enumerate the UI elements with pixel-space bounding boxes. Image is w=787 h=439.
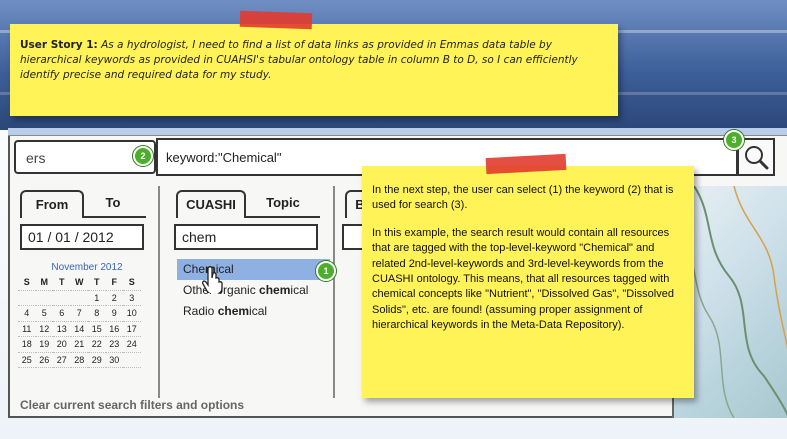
frame-top-strip bbox=[8, 128, 787, 136]
calendar-month: November 2012 bbox=[51, 262, 123, 273]
weekday-label: S bbox=[18, 275, 36, 291]
user-story-lead: User Story 1: bbox=[20, 39, 98, 51]
search-icon bbox=[745, 146, 769, 170]
clear-filters-link[interactable]: Clear current search filters and options bbox=[20, 398, 244, 412]
calendar-day[interactable] bbox=[35, 291, 53, 306]
calendar-day[interactable]: 17 bbox=[123, 322, 141, 337]
tab-cuashi[interactable]: CUASHI bbox=[176, 190, 246, 218]
calendar-day[interactable] bbox=[18, 291, 36, 306]
calendar-day[interactable]: 5 bbox=[35, 306, 53, 322]
calendar-day[interactable]: 1 bbox=[88, 291, 106, 306]
keyword-filter-input[interactable]: chem bbox=[174, 224, 318, 250]
tab-underline bbox=[246, 216, 320, 218]
from-date-input[interactable]: 01 / 01 / 2012 bbox=[20, 224, 144, 250]
result-text: ical bbox=[249, 304, 268, 318]
calendar-day[interactable]: 18 bbox=[18, 337, 36, 353]
calendar-day[interactable]: 6 bbox=[53, 306, 71, 322]
calendar-day[interactable]: 15 bbox=[88, 322, 106, 337]
calendar-day[interactable]: 9 bbox=[105, 306, 123, 322]
step-badge-2: 2 bbox=[133, 146, 153, 166]
calendar-day[interactable]: 7 bbox=[70, 306, 88, 322]
weekday-label: T bbox=[88, 275, 106, 291]
calendar-week: 18 19 20 21 22 23 24 bbox=[18, 337, 142, 353]
annotation-note: In the next step, the user can select (1… bbox=[362, 166, 694, 398]
tab-from[interactable]: From bbox=[20, 190, 84, 218]
calendar-day[interactable]: 2 bbox=[105, 291, 123, 306]
calendar-day[interactable]: 8 bbox=[88, 306, 106, 322]
calendar-day[interactable]: 10 bbox=[123, 306, 141, 322]
calendar-day[interactable]: 22 bbox=[88, 337, 106, 353]
calendar-day[interactable]: 13 bbox=[53, 322, 71, 337]
calendar-weekdays: S M T W T F S bbox=[18, 275, 142, 291]
calendar-day[interactable]: 19 bbox=[35, 337, 53, 353]
search-query: keyword:"Chemical" bbox=[166, 150, 282, 165]
weekday-label: S bbox=[123, 275, 141, 291]
keyword-result[interactable]: Chemical bbox=[177, 259, 330, 280]
weekday-label: T bbox=[53, 275, 71, 291]
calendar-day[interactable]: 30 bbox=[105, 353, 123, 368]
calendar-day[interactable]: 25 bbox=[18, 353, 36, 368]
calendar-day[interactable] bbox=[53, 291, 71, 306]
calendar-day[interactable]: 21 bbox=[70, 337, 88, 353]
user-story-text: As a hydrologist, I need to find a list … bbox=[20, 39, 578, 82]
weekday-label: M bbox=[35, 275, 53, 291]
panel-divider bbox=[158, 186, 160, 398]
calendar-day[interactable]: 4 bbox=[18, 306, 36, 322]
calendar-day[interactable]: 27 bbox=[53, 353, 71, 368]
calendar-day[interactable]: 11 bbox=[18, 322, 36, 337]
calendar-day[interactable]: 12 bbox=[35, 322, 53, 337]
calendar-day[interactable]: 23 bbox=[105, 337, 123, 353]
keyword-result[interactable]: Radio chemical bbox=[177, 301, 330, 322]
calendar-week: 25 26 27 28 29 30 bbox=[18, 353, 142, 368]
tab-to[interactable]: To bbox=[90, 190, 136, 218]
calendar-week: 1 2 3 bbox=[18, 291, 142, 306]
result-text: ical bbox=[290, 283, 309, 297]
calendar-day[interactable] bbox=[70, 291, 88, 306]
tape-decoration bbox=[239, 10, 313, 30]
calendar-day[interactable]: 16 bbox=[105, 322, 123, 337]
annotation-paragraph: In the next step, the user can select (1… bbox=[372, 184, 674, 212]
calendar-day[interactable]: 29 bbox=[88, 353, 106, 368]
calendar: November 2012 S M T W T F S 1 2 3 4 5 6 … bbox=[18, 262, 142, 368]
result-text: Radio bbox=[183, 304, 218, 318]
step-badge-3: 3 bbox=[724, 130, 744, 150]
step-badge-1: 1 bbox=[316, 261, 336, 281]
tab-topic[interactable]: Topic bbox=[254, 190, 312, 218]
calendar-week: 4 5 6 7 8 9 10 bbox=[18, 306, 142, 322]
tab-underline bbox=[84, 216, 146, 218]
calendar-day[interactable]: 20 bbox=[53, 337, 71, 353]
calendar-day[interactable]: 28 bbox=[70, 353, 88, 368]
calendar-day[interactable] bbox=[123, 353, 141, 368]
calendar-day[interactable]: 26 bbox=[35, 353, 53, 368]
calendar-week: 11 12 13 14 15 16 17 bbox=[18, 322, 142, 337]
calendar-day[interactable]: 14 bbox=[70, 322, 88, 337]
calendar-day[interactable]: 3 bbox=[123, 291, 141, 306]
result-match: chem bbox=[217, 304, 250, 318]
calendar-day[interactable]: 24 bbox=[123, 337, 141, 353]
keyword-result[interactable]: Other organic chemical bbox=[177, 280, 330, 301]
hand-cursor-icon bbox=[202, 266, 223, 293]
weekday-label: W bbox=[70, 275, 88, 291]
user-story-note: User Story 1: As a hydrologist, I need t… bbox=[10, 24, 618, 116]
panel-divider bbox=[333, 186, 335, 398]
result-match: chem bbox=[259, 283, 291, 297]
weekday-label: F bbox=[105, 275, 123, 291]
annotation-paragraph: In this example, the search result would… bbox=[372, 226, 674, 332]
